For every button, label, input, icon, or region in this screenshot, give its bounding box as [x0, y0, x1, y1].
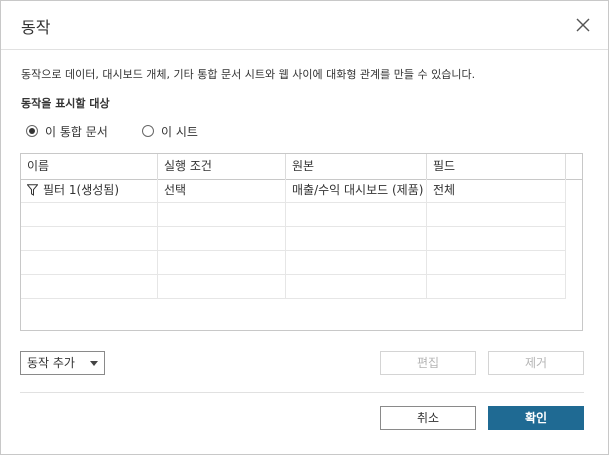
- radio-label: 이 통합 문서: [45, 124, 108, 139]
- empty-cell: [21, 275, 158, 298]
- table-row-empty: [21, 227, 566, 251]
- chevron-down-icon: [90, 361, 98, 366]
- radio-this-sheet[interactable]: 이 시트: [142, 122, 198, 140]
- cell-fields: 전체: [427, 179, 566, 202]
- table-row-empty: [21, 251, 566, 275]
- ok-button[interactable]: 확인: [488, 406, 584, 430]
- radio-this-workbook[interactable]: 이 통합 문서: [26, 122, 108, 140]
- empty-cell: [158, 251, 286, 274]
- column-header-trigger[interactable]: 실행 조건: [158, 154, 286, 179]
- radio-label: 이 시트: [161, 124, 198, 139]
- empty-cell: [158, 227, 286, 250]
- empty-cell: [427, 203, 566, 226]
- radio-button-checked[interactable]: [26, 125, 38, 137]
- footer-divider: [20, 392, 584, 393]
- empty-cell: [158, 203, 286, 226]
- dialog-title: 동작: [21, 18, 51, 37]
- column-header-name[interactable]: 이름: [21, 154, 158, 179]
- remove-button[interactable]: 제거: [488, 351, 584, 375]
- dialog-description: 동작으로 데이터, 대시보드 개체, 기타 통합 문서 시트와 웹 사이에 대화…: [21, 68, 476, 81]
- table-header: 이름 실행 조건 원본 필드: [21, 154, 582, 180]
- add-action-dropdown[interactable]: 동작 추가: [20, 351, 105, 375]
- empty-cell: [286, 251, 427, 274]
- empty-cell: [427, 227, 566, 250]
- table-row-empty: [21, 203, 566, 227]
- table-row[interactable]: 필터 1(생성됨) 선택 매출/수익 대시보드 (제품) 전체: [21, 179, 566, 203]
- action-name: 필터 1(생성됨): [43, 183, 120, 197]
- scope-label: 동작을 표시할 대상: [21, 97, 110, 110]
- empty-cell: [427, 251, 566, 274]
- empty-cell: [427, 275, 566, 298]
- column-header-source[interactable]: 원본: [286, 154, 427, 179]
- cell-trigger: 선택: [158, 179, 286, 202]
- empty-cell: [21, 227, 158, 250]
- actions-dialog: 동작 동작으로 데이터, 대시보드 개체, 기타 통합 문서 시트와 웹 사이에…: [0, 0, 609, 455]
- actions-table: 이름 실행 조건 원본 필드 필터 1(생성됨) 선택 매출/수익 대시보드 (…: [20, 153, 583, 331]
- cell-name: 필터 1(생성됨): [21, 179, 158, 202]
- empty-cell: [286, 227, 427, 250]
- empty-cell: [286, 203, 427, 226]
- close-icon[interactable]: [571, 13, 595, 37]
- filter-icon: [26, 181, 39, 202]
- edit-button[interactable]: 편집: [380, 351, 476, 375]
- add-action-label: 동작 추가: [27, 356, 75, 370]
- radio-button[interactable]: [142, 125, 154, 137]
- empty-cell: [21, 203, 158, 226]
- empty-cell: [21, 251, 158, 274]
- dialog-titlebar: 동작: [1, 1, 608, 50]
- column-header-fields[interactable]: 필드: [427, 154, 566, 179]
- cell-source: 매출/수익 대시보드 (제품): [286, 179, 427, 202]
- table-row-empty: [21, 275, 566, 299]
- empty-cell: [158, 275, 286, 298]
- cancel-button[interactable]: 취소: [380, 406, 476, 430]
- empty-cell: [286, 275, 427, 298]
